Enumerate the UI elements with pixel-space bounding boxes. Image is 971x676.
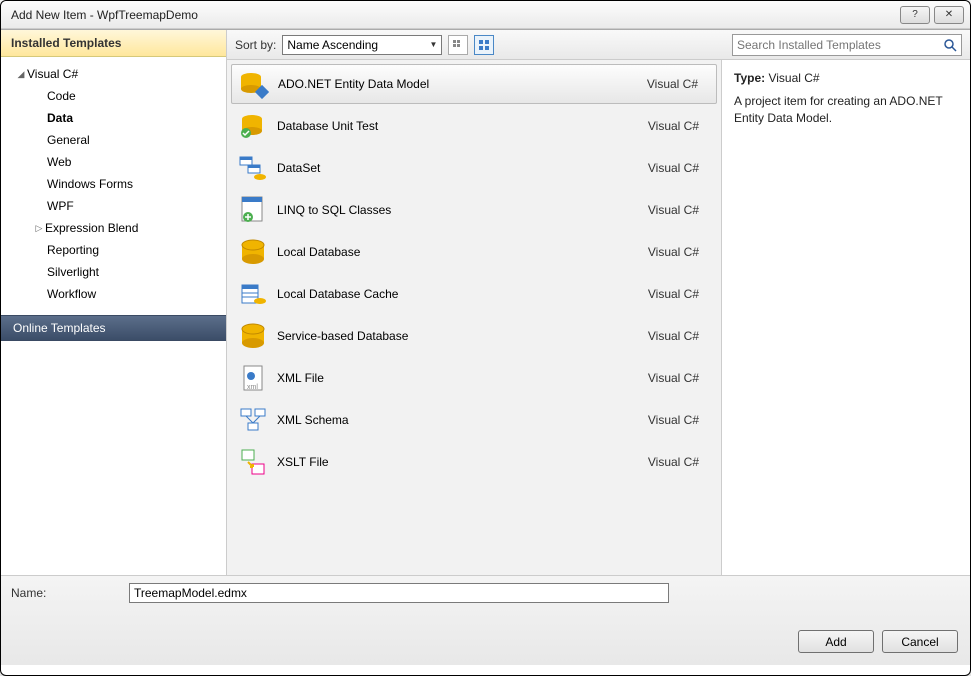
expand-arrow-icon: ▷ (33, 219, 45, 237)
tree-node[interactable]: Code (47, 85, 226, 107)
template-item[interactable]: DataSet Visual C# (231, 148, 717, 188)
dbtest-icon (237, 110, 269, 142)
template-item[interactable]: ADO.NET Entity Data Model Visual C# (231, 64, 717, 104)
name-row: Name: (1, 576, 970, 610)
svg-text:xml: xml (247, 384, 258, 391)
tree-label: Expression Blend (45, 219, 138, 237)
tree-label: Code (47, 87, 76, 105)
template-item-lang: Visual C# (647, 77, 706, 91)
tree-label: Web (47, 153, 71, 171)
template-item[interactable]: Service-based Database Visual C# (231, 316, 717, 356)
tree-label: WPF (47, 197, 74, 215)
bottom-area: Name: Add Cancel (1, 575, 970, 665)
linq-icon (237, 194, 269, 226)
template-tree: ◢ Visual C# Code Data General Web Windows Fo… (1, 57, 226, 315)
template-item[interactable]: Database Unit Test Visual C# (231, 106, 717, 146)
template-item-lang: Visual C# (648, 245, 707, 259)
template-item[interactable]: XSLT File Visual C# (231, 442, 717, 482)
chevron-down-icon: ▼ (429, 40, 437, 49)
detail-pane: Type: Visual C# A project item for creat… (722, 60, 970, 575)
xml-icon: xml (237, 362, 269, 394)
online-templates-header[interactable]: Online Templates (1, 315, 226, 341)
detail-description: A project item for creating an ADO.NET E… (734, 93, 958, 127)
tree-label: Silverlight (47, 263, 99, 281)
button-row: Add Cancel (1, 610, 970, 665)
type-value: Visual C# (768, 71, 819, 85)
add-button[interactable]: Add (798, 630, 874, 653)
search-icon (939, 38, 957, 52)
tree-node[interactable]: Windows Forms (47, 173, 226, 195)
template-item-name: Service-based Database (277, 329, 640, 343)
template-item-lang: Visual C# (648, 287, 707, 301)
template-item-lang: Visual C# (648, 119, 707, 133)
template-item[interactable]: Local Database Visual C# (231, 232, 717, 272)
tree-node[interactable]: Reporting (47, 239, 226, 261)
template-item-name: XSLT File (277, 455, 640, 469)
name-input[interactable] (129, 583, 669, 603)
type-label: Type: (734, 71, 765, 85)
db-icon (237, 320, 269, 352)
close-button[interactable]: ✕ (934, 6, 964, 24)
template-item-name: LINQ to SQL Classes (277, 203, 640, 217)
tree-node[interactable]: Silverlight (47, 261, 226, 283)
template-item-lang: Visual C# (648, 455, 707, 469)
expand-arrow-icon: ◢ (15, 65, 27, 83)
sort-by-label: Sort by: (235, 38, 276, 52)
tree-node[interactable]: WPF (47, 195, 226, 217)
template-item[interactable]: xml XML File Visual C# (231, 358, 717, 398)
dialog-content: Installed Templates ◢ Visual C# Code Data… (1, 29, 970, 575)
entity-icon (238, 68, 270, 100)
cancel-button[interactable]: Cancel (882, 630, 958, 653)
tree-node-visual-csharp[interactable]: ◢ Visual C# (15, 63, 226, 85)
search-input[interactable] (737, 38, 939, 52)
tree-label: Workflow (47, 285, 96, 303)
view-medium-icons-button[interactable] (474, 35, 494, 55)
xslt-icon (237, 446, 269, 478)
view-small-icons-button[interactable] (448, 35, 468, 55)
template-item-name: Local Database Cache (277, 287, 640, 301)
tree-node[interactable]: Workflow (47, 283, 226, 305)
template-item-name: Local Database (277, 245, 640, 259)
toolbar: Sort by: Name Ascending ▼ (227, 30, 970, 60)
template-item-name: Database Unit Test (277, 119, 640, 133)
template-item-name: DataSet (277, 161, 640, 175)
tree-label: Reporting (47, 241, 99, 259)
template-item[interactable]: LINQ to SQL Classes Visual C# (231, 190, 717, 230)
xsd-icon (237, 404, 269, 436)
template-item-name: XML File (277, 371, 640, 385)
template-item[interactable]: XML Schema Visual C# (231, 400, 717, 440)
dataset-icon (237, 152, 269, 184)
tree-label: General (47, 131, 90, 149)
template-list[interactable]: ADO.NET Entity Data ModelVisual C#Databa… (227, 60, 722, 575)
tree-node[interactable]: General (47, 129, 226, 151)
template-item-lang: Visual C# (648, 161, 707, 175)
template-item-lang: Visual C# (648, 329, 707, 343)
help-button[interactable]: ? (900, 6, 930, 24)
tree-node[interactable]: Data (47, 107, 226, 129)
sort-by-dropdown[interactable]: Name Ascending ▼ (282, 35, 442, 55)
template-item[interactable]: Local Database Cache Visual C# (231, 274, 717, 314)
search-box[interactable] (732, 34, 962, 56)
installed-templates-header[interactable]: Installed Templates (1, 30, 226, 57)
tree-node[interactable]: Web (47, 151, 226, 173)
tree-label: Windows Forms (47, 175, 133, 193)
template-item-lang: Visual C# (648, 371, 707, 385)
window-title: Add New Item - WpfTreemapDemo (11, 8, 896, 22)
sort-by-value: Name Ascending (287, 38, 378, 52)
template-item-lang: Visual C# (648, 413, 707, 427)
tree-label: Visual C# (27, 65, 78, 83)
template-item-name: ADO.NET Entity Data Model (278, 77, 639, 91)
tree-node[interactable]: ▷Expression Blend (47, 217, 226, 239)
template-item-lang: Visual C# (648, 203, 707, 217)
db-icon (237, 236, 269, 268)
template-sidebar: Installed Templates ◢ Visual C# Code Data… (1, 30, 227, 575)
title-bar: Add New Item - WpfTreemapDemo ? ✕ (1, 1, 970, 29)
main-panel: Sort by: Name Ascending ▼ ADO.NET Entity… (227, 30, 970, 575)
template-item-name: XML Schema (277, 413, 640, 427)
tree-label: Data (47, 109, 73, 127)
dbcache-icon (237, 278, 269, 310)
detail-type-row: Type: Visual C# (734, 70, 958, 87)
name-label: Name: (11, 586, 121, 600)
main-body: ADO.NET Entity Data ModelVisual C#Databa… (227, 60, 970, 575)
